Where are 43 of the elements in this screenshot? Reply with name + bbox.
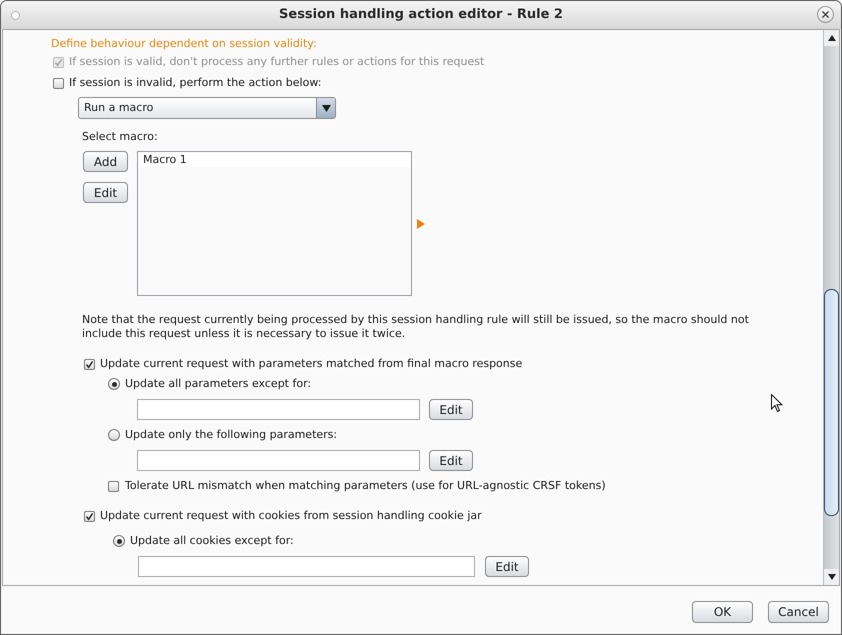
option-label: Update current request with cookies from session handling cookie jar	[100, 508, 482, 524]
option-label: If session is valid, don't process any further rules or actions for this request	[69, 54, 484, 70]
macro-button[interactable]: Add	[83, 151, 128, 172]
cursor-icon	[771, 394, 783, 413]
option-label: Update current request with parameters matched from final macro response	[100, 356, 522, 372]
edit-button[interactable]: Edit	[429, 399, 473, 420]
radio-button[interactable]	[108, 429, 120, 441]
close-icon	[822, 11, 829, 18]
scroll-up-button[interactable]	[824, 30, 839, 46]
section-heading: Define behaviour dependent on session validity:	[51, 36, 317, 52]
edit-button[interactable]: Edit	[485, 556, 529, 577]
scrollbar-thumb[interactable]	[824, 289, 839, 516]
checkbox[interactable]	[84, 510, 95, 522]
scroll-down-button[interactable]	[824, 569, 839, 585]
checkbox[interactable]	[84, 358, 95, 370]
input-field[interactable]	[137, 399, 420, 420]
dialog-button[interactable]: OK	[692, 600, 753, 622]
up-arrow-icon	[828, 35, 836, 41]
option-label: If session is invalid, perform the action below:	[69, 75, 322, 92]
edit-button[interactable]: Edit	[429, 450, 473, 471]
macro-button[interactable]: Edit	[83, 182, 128, 203]
radio-button[interactable]	[108, 378, 120, 390]
close-button[interactable]	[817, 6, 834, 23]
input-field[interactable]	[137, 450, 420, 471]
triangle-icon	[417, 218, 425, 228]
note-text: Note that the request currently being processed by this session handling rule will still be issued, so the macro should not include this request unless it is necessary to issue it twice.	[82, 313, 750, 341]
scrollbar[interactable]	[823, 30, 839, 585]
radio-button[interactable]	[113, 535, 125, 547]
radio-label: Update only the following parameters:	[125, 426, 338, 443]
action-dropdown[interactable]: Run a macro	[78, 97, 336, 119]
field-label: Select macro:	[82, 129, 158, 145]
option-label: Tolerate URL mismatch when matching parameters (use for URL-agnostic CRSF tokens)	[125, 478, 606, 494]
radio-label: Update all parameters except for:	[125, 376, 312, 392]
dropdown-arrow-button[interactable]	[316, 98, 335, 118]
window-title: Session handling action editor - Rule 2	[279, 6, 563, 24]
list-item[interactable]: Macro 1	[138, 152, 411, 167]
down-arrow-icon	[828, 574, 836, 580]
radio-label: Update all cookies except for:	[130, 532, 294, 549]
caret-icon	[322, 104, 330, 112]
checkbox[interactable]	[53, 78, 64, 89]
checkbox[interactable]	[108, 480, 119, 492]
input-field[interactable]	[138, 556, 475, 577]
dialog-button[interactable]: Cancel	[768, 600, 829, 622]
